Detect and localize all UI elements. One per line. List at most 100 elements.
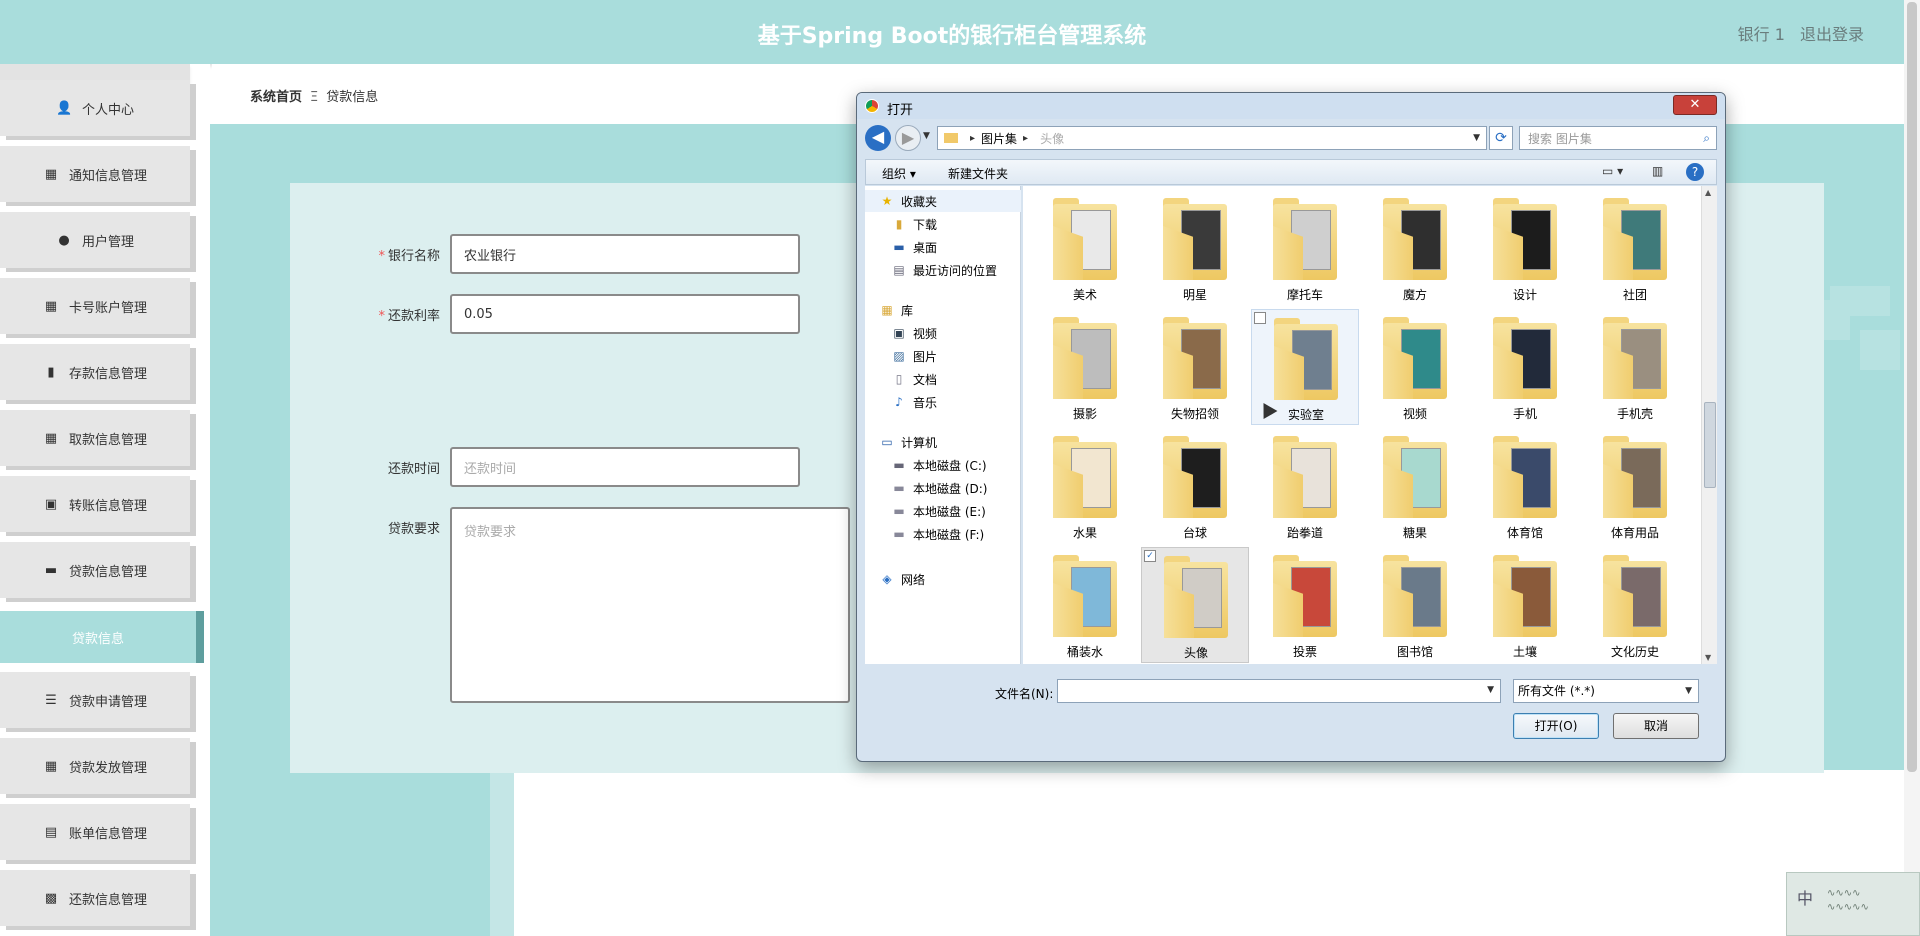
new-folder-button[interactable]: 新建文件夹: [948, 165, 1008, 182]
sidebar-item-card-accounts[interactable]: ▦ 卡号账户管理: [0, 278, 190, 334]
sidebar-item-personal-center[interactable]: 👤 个人中心: [0, 80, 190, 136]
address-root[interactable]: 图片集: [981, 130, 1017, 147]
folder-item[interactable]: 桶装水: [1031, 547, 1139, 663]
ime-toolbar[interactable]: 中 ∿∿∿∿ ∿∿∿∿∿: [1786, 872, 1920, 936]
folder-item[interactable]: 摄影: [1031, 309, 1139, 425]
sidebar-item-loan-applications[interactable]: ☰ 贷款申请管理: [0, 672, 190, 728]
nav-network[interactable]: ◈ 网络: [865, 568, 1021, 590]
nav-recent[interactable]: ▤ 最近访问的位置: [865, 259, 1021, 281]
sidebar-item-bills[interactable]: ▤ 账单信息管理: [0, 804, 190, 860]
refresh-button[interactable]: ⟳: [1489, 126, 1513, 150]
folder-item[interactable]: 跆拳道: [1251, 428, 1359, 544]
folder-item[interactable]: 明星: [1141, 190, 1249, 306]
cancel-button[interactable]: 取消: [1613, 713, 1699, 739]
drive-icon: ▬: [893, 527, 905, 541]
sidebar-item-deposits[interactable]: ▮ 存款信息管理: [0, 344, 190, 400]
requirement-textarea[interactable]: 贷款要求: [450, 507, 850, 703]
organize-button[interactable]: 组织 ▾: [882, 165, 916, 182]
nav-desktop[interactable]: ▬ 桌面: [865, 236, 1021, 258]
folder-icon: [1493, 315, 1557, 399]
address-bar[interactable]: ▸ 图片集 ▸ 头像 ▼: [937, 126, 1487, 150]
nav-disk-f[interactable]: ▬ 本地磁盘 (F:): [865, 523, 1021, 545]
recent-pages-dropdown[interactable]: ▼: [923, 131, 930, 141]
bank-name-field[interactable]: 农业银行: [450, 234, 800, 274]
sidebar-item-label: 通知信息管理: [68, 168, 147, 184]
bar-chart-icon: ▮: [47, 364, 55, 380]
scroll-down-icon[interactable]: ▼: [1705, 653, 1711, 662]
chevron-down-icon[interactable]: ▼: [1487, 685, 1494, 695]
page-scroll-thumb[interactable]: [1907, 2, 1917, 772]
folder-item[interactable]: 体育馆: [1471, 428, 1579, 544]
folder-item[interactable]: 投票: [1251, 547, 1359, 663]
folder-item[interactable]: 社团: [1581, 190, 1689, 306]
folder-label: 台球: [1182, 526, 1207, 540]
preview-pane-icon[interactable]: ▥: [1652, 164, 1663, 178]
page-scrollbar[interactable]: [1904, 0, 1920, 936]
drive-icon: ▬: [893, 504, 905, 518]
nav-favorites[interactable]: ★ 收藏夹: [865, 190, 1021, 212]
folder-item[interactable]: 体育用品: [1581, 428, 1689, 544]
checkbox-icon[interactable]: [1254, 312, 1266, 324]
folder-item[interactable]: 水果: [1031, 428, 1139, 544]
sidebar-item-label: 贷款发放管理: [68, 760, 147, 776]
ime-language[interactable]: 中: [1797, 885, 1813, 909]
file-list-scrollbar[interactable]: ▲ ▼: [1701, 186, 1717, 664]
sidebar-item-notice[interactable]: ▦ 通知信息管理: [0, 146, 190, 202]
rate-field[interactable]: 0.05: [450, 294, 800, 334]
folder-item[interactable]: 手机: [1471, 309, 1579, 425]
nav-disk-d[interactable]: ▬ 本地磁盘 (D:): [865, 477, 1021, 499]
folder-item[interactable]: 美术: [1031, 190, 1139, 306]
folder-item[interactable]: ✓ 头像: [1141, 547, 1249, 663]
folder-item[interactable]: 图书馆: [1361, 547, 1469, 663]
folder-label: 头像: [1183, 646, 1208, 660]
folder-icon: [1383, 196, 1447, 280]
scroll-thumb[interactable]: [1704, 402, 1716, 488]
nav-disk-e[interactable]: ▬ 本地磁盘 (E:): [865, 500, 1021, 522]
close-button[interactable]: ✕: [1673, 95, 1717, 115]
sidebar-subitem-loan-info[interactable]: 贷款信息: [0, 611, 204, 663]
nav-downloads[interactable]: ▮ 下载: [865, 213, 1021, 235]
view-options-icon[interactable]: ▭ ▾: [1602, 164, 1623, 178]
sidebar-item-loans[interactable]: ▬ 贷款信息管理: [0, 542, 190, 598]
nav-videos[interactable]: ▣ 视频: [865, 322, 1021, 344]
sidebar-item-withdrawals[interactable]: ▦ 取款信息管理: [0, 410, 190, 466]
folder-item[interactable]: 台球: [1141, 428, 1249, 544]
logout-link[interactable]: 退出登录: [1800, 25, 1864, 44]
folder-item[interactable]: 视频: [1361, 309, 1469, 425]
sidebar-item-repayments[interactable]: ▩ 还款信息管理: [0, 870, 190, 926]
nav-library[interactable]: ▦ 库: [865, 299, 1021, 321]
back-button[interactable]: ◀: [865, 125, 891, 151]
repay-time-field[interactable]: 还款时间: [450, 447, 800, 487]
nav-music[interactable]: ♪ 音乐: [865, 391, 1021, 413]
open-button[interactable]: 打开(O): [1513, 713, 1599, 739]
scroll-up-icon[interactable]: ▲: [1705, 188, 1711, 197]
help-icon[interactable]: ?: [1686, 163, 1704, 181]
breadcrumb: 系统首页 Ξ 贷款信息: [250, 86, 378, 105]
folder-label: 社团: [1622, 288, 1647, 302]
breadcrumb-home[interactable]: 系统首页: [250, 90, 302, 105]
nav-pictures[interactable]: ▨ 图片: [865, 345, 1021, 367]
nav-computer[interactable]: ▭ 计算机: [865, 431, 1021, 453]
chevron-down-icon[interactable]: ▼: [1473, 133, 1480, 143]
folder-item[interactable]: 手机壳: [1581, 309, 1689, 425]
search-input[interactable]: 搜索 图片集 ⌕: [1519, 126, 1717, 150]
clipboard-icon: ▤: [44, 824, 58, 840]
checked-checkbox-icon[interactable]: ✓: [1144, 550, 1156, 562]
folder-item[interactable]: 文化历史: [1581, 547, 1689, 663]
folder-icon: [1603, 315, 1667, 399]
folder-item[interactable]: 糖果: [1361, 428, 1469, 544]
filetype-select[interactable]: 所有文件 (*.*) ▼: [1513, 679, 1699, 703]
sidebar-item-users[interactable]: ● 用户管理: [0, 212, 190, 268]
filename-input[interactable]: ▼: [1057, 679, 1501, 703]
folder-item[interactable]: 摩托车: [1251, 190, 1359, 306]
folder-item[interactable]: 土壤: [1471, 547, 1579, 663]
nav-disk-c[interactable]: ▬ 本地磁盘 (C:): [865, 454, 1021, 476]
folder-item[interactable]: 设计: [1471, 190, 1579, 306]
folder-item[interactable]: 失物招领: [1141, 309, 1249, 425]
nav-documents[interactable]: ▯ 文档: [865, 368, 1021, 390]
sidebar-item-loan-disbursement[interactable]: ▦ 贷款发放管理: [0, 738, 190, 794]
folder-icon: [1383, 434, 1447, 518]
forward-button[interactable]: ▶: [895, 125, 921, 151]
sidebar-item-transfers[interactable]: ▣ 转账信息管理: [0, 476, 190, 532]
folder-item[interactable]: 魔方: [1361, 190, 1469, 306]
